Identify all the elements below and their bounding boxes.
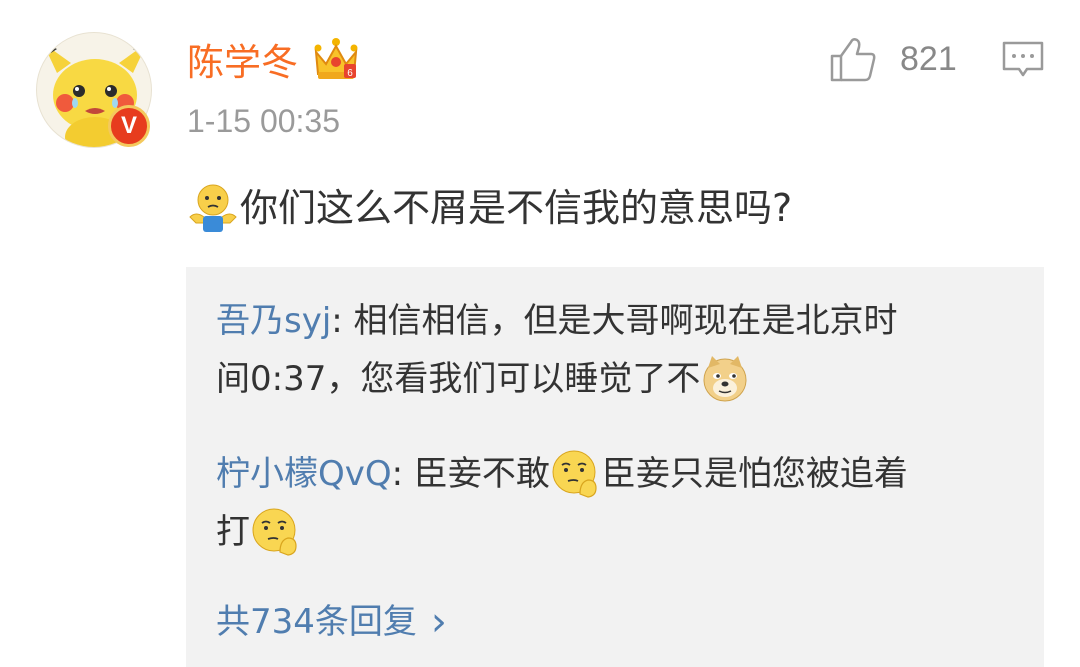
svg-text:6: 6 xyxy=(347,68,353,79)
reply-item[interactable]: 柠小檬QvQ: 臣妾不敢 臣妾只是怕您被追着 打 xyxy=(216,445,996,561)
thinking-emoji-icon xyxy=(552,450,597,498)
reply-text: 打 xyxy=(216,512,250,552)
reply-text: 间0:37，您看我们可以睡觉了不 xyxy=(216,359,701,399)
thumbs-up-icon[interactable] xyxy=(829,36,877,82)
reply-text: 相信相信，但是大哥啊现在是北京时 xyxy=(353,301,898,341)
comment-text: 你们这么不屑是不信我的意思吗? xyxy=(240,186,793,230)
avatar-container[interactable]: V xyxy=(36,32,152,148)
username[interactable]: 陈学冬 xyxy=(187,40,298,86)
reply-line: 打 xyxy=(216,503,996,561)
like-count: 821 xyxy=(900,40,957,78)
reply-line: 吾乃syj: 相信相信，但是大哥啊现在是北京时 xyxy=(216,292,996,350)
reply-separator: : xyxy=(391,454,414,494)
crown-icon[interactable]: 6 xyxy=(312,36,360,82)
reply-text: 臣妾不敢 xyxy=(413,454,550,494)
reply-line: 柠小檬QvQ: 臣妾不敢 臣妾只是怕您被追着 xyxy=(216,445,996,503)
more-replies-label: 共734条回复 xyxy=(216,602,417,642)
reply-item[interactable]: 吾乃syj: 相信相信，但是大哥啊现在是北京时 间0:37，您看我们可以睡觉了不 xyxy=(216,292,996,408)
comment-icon[interactable] xyxy=(1001,40,1045,80)
verified-badge: V xyxy=(108,105,150,147)
replies-panel: 吾乃syj: 相信相信，但是大哥啊现在是北京时 间0:37，您看我们可以睡觉了不… xyxy=(186,267,1044,667)
comment-timestamp: 1-15 00:35 xyxy=(187,103,341,139)
thinking-emoji-icon xyxy=(252,508,297,556)
reply-line: 间0:37，您看我们可以睡觉了不 xyxy=(216,350,996,408)
comment-content: 你们这么不屑是不信我的意思吗? xyxy=(186,180,792,236)
reply-username[interactable]: 吾乃syj xyxy=(216,301,331,341)
chevron-right-icon: › xyxy=(430,599,447,645)
shrug-emoji-icon xyxy=(189,184,237,232)
reply-separator: : xyxy=(331,301,354,341)
view-all-replies-link[interactable]: 共734条回复 › xyxy=(216,594,447,650)
reply-username[interactable]: 柠小檬QvQ xyxy=(216,445,392,503)
reply-text: 臣妾只是怕您被追着 xyxy=(601,454,908,494)
doge-emoji-icon xyxy=(703,356,747,402)
